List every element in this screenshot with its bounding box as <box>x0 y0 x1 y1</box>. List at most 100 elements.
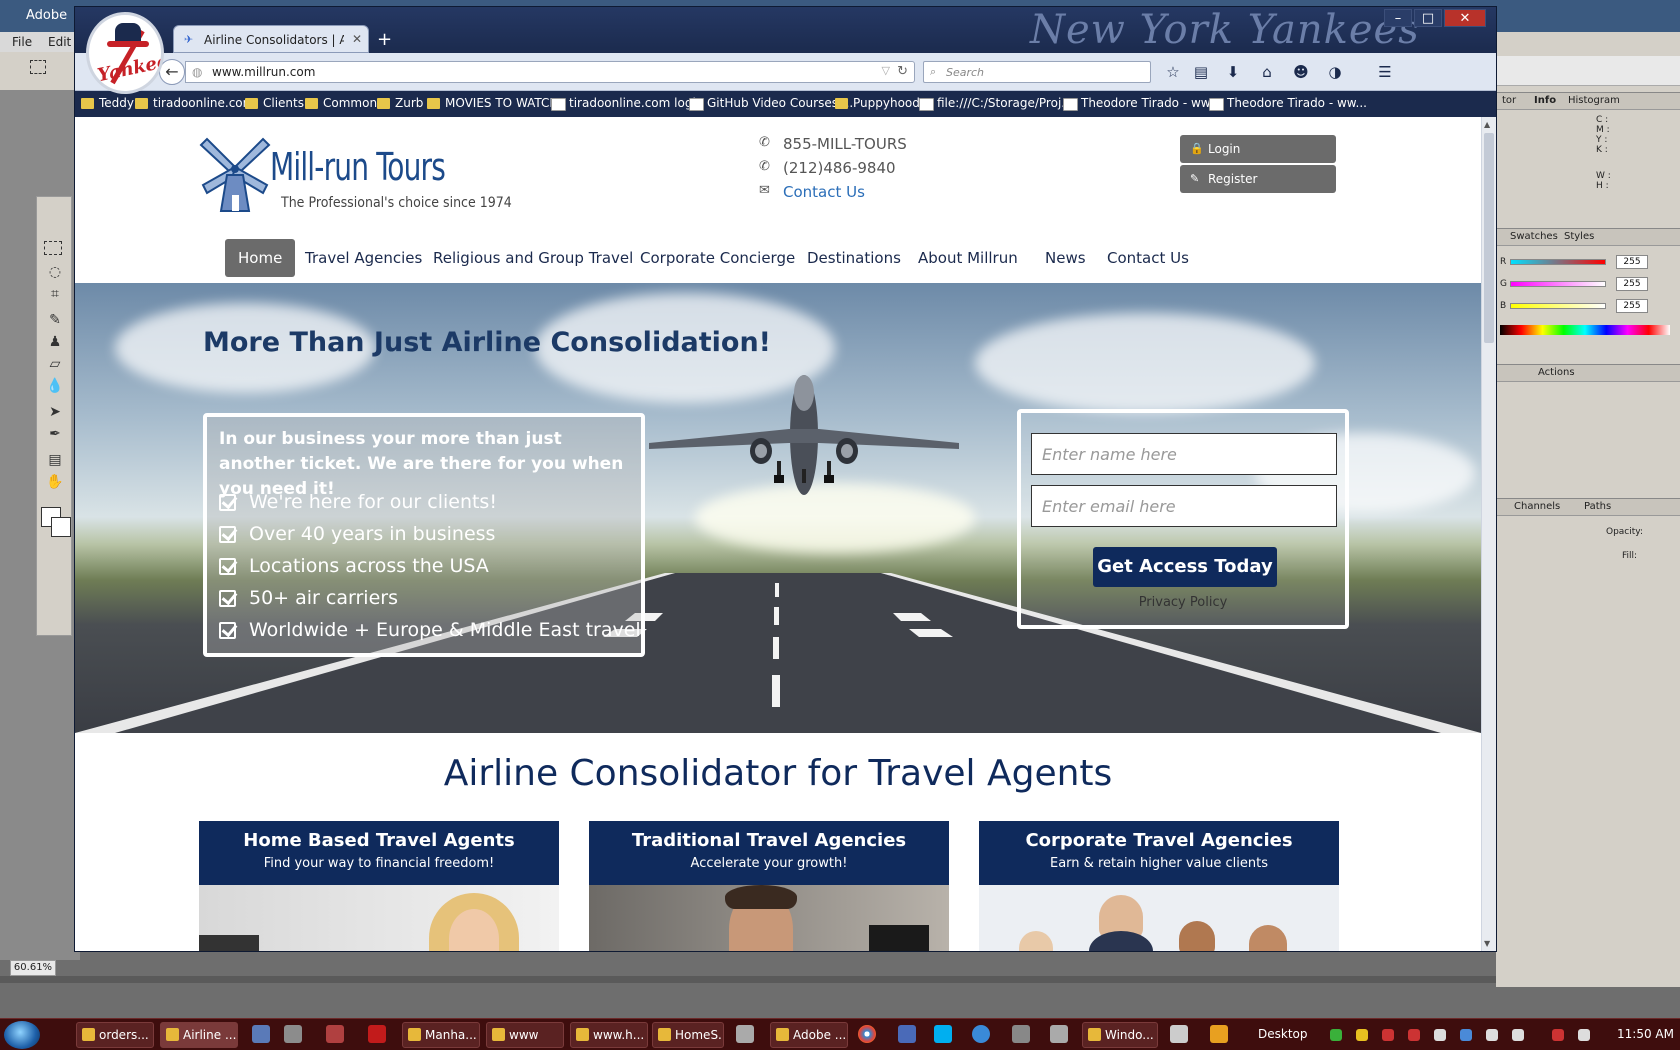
scroll-down-icon[interactable]: ▼ <box>1484 939 1490 948</box>
tray-icon[interactable] <box>1408 1029 1420 1041</box>
taskbar-item[interactable]: orders... <box>76 1022 154 1048</box>
phone-number-2[interactable]: (212)486-9840 <box>783 159 896 177</box>
url-dropdown-icon[interactable]: ▽ <box>882 64 890 77</box>
tray-icon[interactable] <box>1330 1029 1342 1041</box>
app-icon[interactable] <box>1210 1025 1228 1043</box>
bookmark-star-icon[interactable]: ☆ <box>1161 61 1185 83</box>
close-window-icon[interactable]: ✕ <box>1444 9 1486 27</box>
bookmark-item[interactable]: Common <box>305 96 377 110</box>
register-button[interactable]: ✎ Register <box>1180 165 1336 193</box>
email-input[interactable] <box>1031 485 1337 527</box>
skype-icon[interactable] <box>934 1025 952 1043</box>
app-icon[interactable] <box>284 1025 302 1043</box>
bookmark-item[interactable]: GitHub Video Courses ... <box>689 96 853 111</box>
tab-info[interactable]: Info <box>1534 95 1556 106</box>
tab-channels[interactable]: Channels <box>1514 501 1560 512</box>
home-icon[interactable]: ⌂ <box>1255 61 1279 83</box>
tab-swatches[interactable]: Swatches <box>1510 231 1558 242</box>
tray-icon[interactable] <box>1382 1029 1394 1041</box>
tray-icon[interactable] <box>1356 1029 1368 1041</box>
app-icon[interactable] <box>736 1025 754 1043</box>
browser-tab-active[interactable]: ✈ Airline Consolidators | Airli... ✕ <box>173 25 369 53</box>
tab-navigator[interactable]: tor <box>1502 95 1516 106</box>
color-g-value[interactable]: 255 <box>1616 277 1648 291</box>
bookmark-item[interactable]: Clients <box>245 96 304 110</box>
search-input[interactable]: ⌕ Search <box>923 61 1151 83</box>
hand-tool-icon[interactable]: ✋ <box>44 473 66 491</box>
phone-number-1[interactable]: 855-MILL-TOURS <box>783 135 907 153</box>
nav-travel-agencies[interactable]: Travel Agencies <box>305 239 422 277</box>
red-slider[interactable] <box>1510 259 1606 265</box>
filezilla-icon[interactable] <box>368 1025 386 1043</box>
volume-icon[interactable] <box>1578 1029 1590 1041</box>
lasso-tool-icon[interactable]: ◌ <box>44 263 66 281</box>
marquee-option-icon[interactable] <box>30 60 46 74</box>
downloads-icon[interactable]: ⬇ <box>1221 61 1245 83</box>
taskbar-item[interactable]: www.h... <box>570 1022 648 1048</box>
login-button[interactable]: 🔒 Login <box>1180 135 1336 163</box>
network-icon[interactable] <box>1512 1029 1524 1041</box>
privacy-policy-link[interactable]: Privacy Policy <box>1021 595 1345 610</box>
maximize-icon[interactable]: □ <box>1414 9 1442 27</box>
tab-paths[interactable]: Paths <box>1584 501 1611 512</box>
start-button-icon[interactable] <box>4 1021 40 1049</box>
blur-tool-icon[interactable]: 💧 <box>44 377 66 395</box>
marquee-tool-icon[interactable] <box>44 241 62 255</box>
clock[interactable]: 11:50 AM <box>1617 1027 1674 1041</box>
tray-icon[interactable] <box>1486 1029 1498 1041</box>
select-tool-icon[interactable]: ➤ <box>44 403 66 421</box>
bookmarks-menu-icon[interactable]: ▤ <box>1189 61 1213 83</box>
tray-icon[interactable] <box>1552 1029 1564 1041</box>
new-tab-icon[interactable]: + <box>377 29 392 50</box>
app-icon[interactable] <box>972 1025 990 1043</box>
crop-tool-icon[interactable]: ⌗ <box>44 285 66 303</box>
tab-histogram[interactable]: Histogram <box>1568 95 1620 106</box>
color-r-value[interactable]: 255 <box>1616 255 1648 269</box>
card-traditional[interactable]: Traditional Travel Agencies Accelerate y… <box>589 821 949 951</box>
app-icon[interactable] <box>1050 1025 1068 1043</box>
addon-icon[interactable]: ◑ <box>1323 61 1347 83</box>
chat-icon[interactable]: ☻ <box>1289 61 1313 83</box>
nav-religious-group-travel[interactable]: Religious and Group Travel <box>433 239 633 277</box>
eraser-tool-icon[interactable]: ▱ <box>44 355 66 373</box>
brush-tool-icon[interactable]: ✎ <box>44 311 66 329</box>
app-icon[interactable] <box>1170 1025 1188 1043</box>
taskbar-item[interactable]: Adobe ... <box>770 1022 848 1048</box>
name-input[interactable] <box>1031 433 1337 475</box>
app-icon[interactable] <box>326 1025 344 1043</box>
bluetooth-icon[interactable] <box>1460 1029 1472 1041</box>
app-icon[interactable] <box>1012 1025 1030 1043</box>
scroll-thumb[interactable] <box>1484 133 1494 343</box>
contact-us-link[interactable]: Contact Us <box>783 183 865 201</box>
chrome-icon[interactable] <box>858 1025 876 1043</box>
bookmark-item[interactable]: file:///C:/Storage/Proj... <box>919 96 1073 111</box>
bookmark-item[interactable]: MOVIES TO WATCH <box>427 96 558 110</box>
color-spectrum[interactable] <box>1500 325 1670 335</box>
nav-destinations[interactable]: Destinations <box>807 239 901 277</box>
bookmark-item[interactable]: Theodore Tirado - ww... <box>1209 96 1367 111</box>
nav-corporate-concierge[interactable]: Corporate Concierge <box>640 239 795 277</box>
menu-file[interactable]: File <box>12 35 32 49</box>
blue-slider[interactable] <box>1510 303 1606 309</box>
reload-icon[interactable]: ↻ <box>897 64 908 79</box>
site-logo[interactable]: Mill-run Tours The Professional's choice… <box>199 131 512 217</box>
tray-icon[interactable] <box>1434 1029 1446 1041</box>
url-bar[interactable]: ◍ www.millrun.com ▽ ↻ <box>185 61 915 83</box>
taskbar-item[interactable]: HomeS... <box>652 1022 724 1048</box>
tab-styles[interactable]: Styles <box>1564 231 1594 242</box>
bookmark-item[interactable]: Puppyhood <box>835 96 920 110</box>
bookmark-item[interactable]: tiradoonline.com <box>135 96 254 110</box>
nav-home[interactable]: Home <box>225 239 296 277</box>
desktop-toolbar-label[interactable]: Desktop <box>1258 1027 1308 1041</box>
bookmark-item[interactable]: tiradoonline.com login <box>551 96 703 111</box>
bookmark-item[interactable]: Zurb <box>377 96 423 110</box>
taskbar-item[interactable]: Airline ... <box>160 1022 238 1048</box>
nav-about-millrun[interactable]: About Millrun <box>918 239 1018 277</box>
card-corporate[interactable]: Corporate Travel Agencies Earn & retain … <box>979 821 1339 951</box>
nav-contact-us[interactable]: Contact Us <box>1107 239 1189 277</box>
scroll-up-icon[interactable]: ▲ <box>1484 120 1490 129</box>
link-icon[interactable] <box>252 1025 270 1043</box>
back-button[interactable]: ← <box>159 59 185 85</box>
get-access-button[interactable]: Get Access Today <box>1093 547 1277 587</box>
minimize-icon[interactable]: – <box>1384 9 1412 27</box>
